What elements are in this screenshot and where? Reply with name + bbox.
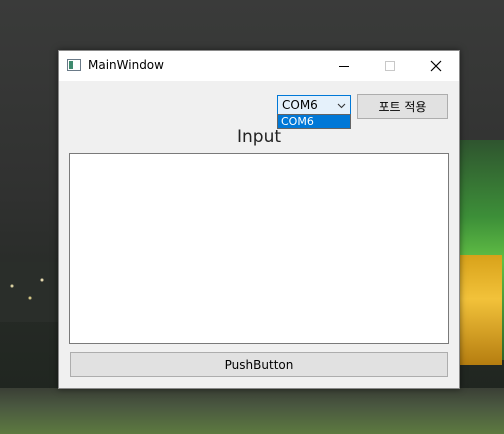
close-icon xyxy=(430,60,442,72)
apply-port-button[interactable]: 포트 적용 xyxy=(357,94,448,119)
close-button[interactable] xyxy=(413,51,459,81)
port-combobox[interactable]: COM6 xyxy=(277,95,351,115)
chevron-down-icon xyxy=(337,103,346,109)
input-textarea[interactable] xyxy=(69,153,449,344)
push-button[interactable]: PushButton xyxy=(70,352,448,377)
wallpaper-river xyxy=(0,388,504,434)
minimize-button[interactable] xyxy=(321,51,367,81)
maximize-button[interactable] xyxy=(367,51,413,81)
maximize-icon xyxy=(385,61,395,71)
main-window: MainWindow COM6 COM6 포트 적용 Input PushBut… xyxy=(58,50,460,389)
title-bar[interactable]: MainWindow xyxy=(59,51,459,81)
wallpaper-bridge-pillar xyxy=(458,255,502,365)
port-combobox-value: COM6 xyxy=(282,98,318,112)
window-title: MainWindow xyxy=(88,58,164,72)
wallpaper-city-lights xyxy=(0,262,60,322)
app-window-icon xyxy=(67,59,81,71)
minimize-icon xyxy=(339,65,349,67)
input-label: Input xyxy=(236,127,282,147)
client-area: COM6 COM6 포트 적용 Input PushButton xyxy=(59,81,459,388)
